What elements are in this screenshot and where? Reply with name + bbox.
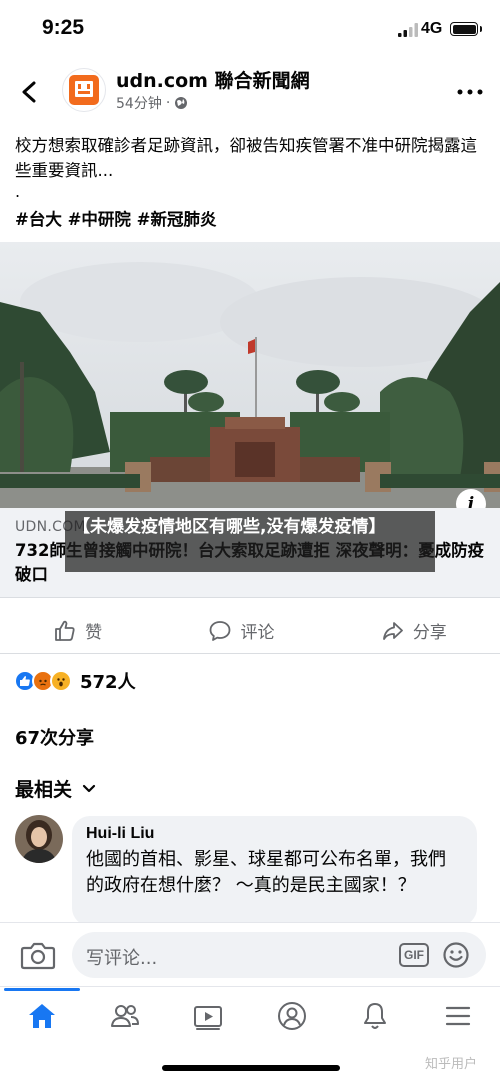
reaction-count: 572人 [80,672,136,693]
emoji-icon[interactable] [442,941,470,969]
battery-tip [480,26,482,32]
reactions-summary[interactable]: 572人 [14,668,136,694]
post-dot: . [15,182,21,201]
overlay-caption: 【未爆发疫情地区有哪些,没有爆发疫情】 [65,511,435,572]
home-indicator[interactable] [162,1065,340,1071]
comment-text: 他國的首相、影星、球星都可公布名單，我們的政府在想什麼？ ～真的是民主國家！？ [86,849,446,896]
status-bar: 9:25 4G [0,0,500,62]
comment-bubble[interactable]: Hui-li Liu 他國的首相、影星、球星都可公布名單，我們的政府在想什麼？ … [72,816,477,926]
comment-author[interactable]: Hui-li Liu [86,825,463,843]
thumbs-up-icon [55,620,75,641]
back-icon[interactable] [16,78,44,106]
camera-icon[interactable] [20,939,56,971]
comment-bubble-icon [210,620,231,641]
share-count[interactable]: 67次分享 [15,724,94,750]
nav-notifications[interactable] [349,994,401,1038]
like-button[interactable]: 赞 [53,618,102,643]
bottom-navigation [0,986,500,1044]
link-preview-image[interactable] [0,242,500,508]
menu-icon [446,1006,471,1025]
comment-composer: 写评论... GIF [0,922,500,986]
comment-label: 评论 [240,623,275,643]
status-time: 9:25 [42,16,85,39]
comment-sort-dropdown[interactable]: 最相关 [15,775,96,802]
gif-button[interactable]: GIF [399,943,429,967]
more-options-icon[interactable] [456,84,484,100]
post-text: 校方想索取確診者足跡資訊，卻被告知疾管署不准中研院揭露這些重要資訊... [15,136,477,180]
share-label: 分享 [412,623,447,643]
profile-icon [277,1001,306,1030]
nav-menu[interactable] [432,994,484,1038]
page-name[interactable]: udn.com 聯合新聞網 [116,66,310,93]
meta-separator: · [165,95,171,111]
post-hashtags[interactable]: #台大 #中研院 #新冠肺炎 [15,206,216,230]
active-tab-indicator [3,987,80,991]
nav-home[interactable] [3,987,80,1038]
share-button[interactable]: 分享 [381,618,447,643]
like-label: 赞 [85,623,103,643]
chevron-down-icon [82,784,96,792]
commenter-photo [15,815,63,863]
nav-watch[interactable] [182,994,234,1038]
nav-profile[interactable] [266,994,318,1038]
nav-friends[interactable] [99,994,151,1038]
home-icon [28,1003,55,1028]
globe-icon [175,97,188,109]
friends-icon [110,1004,139,1027]
wow-icon [50,670,72,692]
network-type: 4G [421,20,443,37]
page-avatar[interactable] [62,68,106,112]
campus-photo [0,242,500,508]
post-action-bar: 赞 评论 分享 [0,608,500,654]
signal-icon [398,23,418,37]
comment-input[interactable]: 写评论... GIF [72,932,486,978]
share-arrow-icon [382,621,403,640]
commenter-avatar[interactable] [15,815,63,863]
post-time[interactable]: 54分钟 [116,93,162,113]
comment-button[interactable]: 评论 [208,618,274,643]
battery-icon [450,22,478,36]
udn-logo-icon [69,75,99,105]
watermark: 知乎用户 [425,1057,478,1072]
comment-placeholder: 写评论... [86,948,158,969]
comment-sort-label: 最相关 [15,779,73,801]
watch-icon [194,1005,223,1030]
post-meta: 54分钟 · [116,93,188,113]
notifications-icon [363,1002,386,1029]
